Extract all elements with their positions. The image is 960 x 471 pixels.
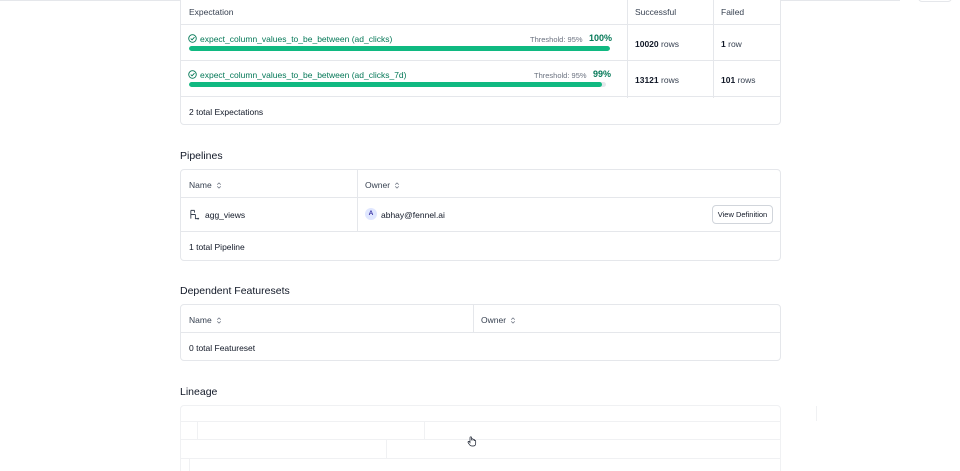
successful-count-value: 10020 xyxy=(635,39,659,49)
threshold-label: Threshold: 95% xyxy=(530,35,583,44)
pipeline-icon xyxy=(190,209,200,220)
featuresets-total: 0 total Featureset xyxy=(189,343,256,353)
successful-count: 13121 rows xyxy=(635,75,679,85)
expectation-name[interactable]: expect_column_values_to_be_between (ad_c… xyxy=(200,70,407,80)
lineage-grid-line xyxy=(181,458,780,459)
header-owner-sortable[interactable]: Owner xyxy=(481,315,516,325)
header-name-sortable[interactable]: Name xyxy=(189,180,222,190)
pipelines-table: Name Owner agg_views A abhay@fennel.ai V… xyxy=(180,169,781,261)
pipeline-name[interactable]: agg_views xyxy=(205,210,245,220)
failed-count: 101 rows xyxy=(721,75,756,85)
successful-count-unit: rows xyxy=(661,39,679,49)
dependent-featuresets-title: Dependent Featuresets xyxy=(180,285,290,297)
expectations-header: Expectation Successful Failed xyxy=(181,0,780,25)
success-percent: 100% xyxy=(589,33,613,43)
column-divider xyxy=(473,305,474,333)
success-progress-fill xyxy=(189,82,602,87)
failed-count: 1 row xyxy=(721,39,742,49)
featuresets-header: Name Owner xyxy=(181,305,780,333)
header-owner-sortable[interactable]: Owner xyxy=(365,180,400,190)
expectation-row[interactable]: expect_column_values_to_be_between (ad_c… xyxy=(181,61,780,97)
failed-count-value: 1 xyxy=(721,39,726,49)
sort-icon[interactable] xyxy=(216,182,222,189)
expectations-table: Expectation Successful Failed expect_col… xyxy=(180,0,781,125)
header-name-sortable[interactable]: Name xyxy=(189,315,222,325)
successful-count: 10020 rows xyxy=(635,39,679,49)
sort-icon[interactable] xyxy=(510,317,516,324)
pipeline-owner: abhay@fennel.ai xyxy=(381,210,445,220)
success-progress-bar xyxy=(189,82,606,87)
header-name: Name xyxy=(189,180,212,190)
lineage-grid-line xyxy=(816,406,817,421)
success-progress-fill xyxy=(189,46,610,51)
pipeline-row[interactable]: agg_views A abhay@fennel.ai View Definit… xyxy=(181,198,780,232)
expectation-name[interactable]: expect_column_values_to_be_between (ad_c… xyxy=(200,34,392,44)
header-name: Name xyxy=(189,315,212,325)
dependent-featuresets-table: Name Owner 0 total Featureset xyxy=(180,304,781,361)
header-expectation: Expectation xyxy=(189,7,234,17)
expectation-row[interactable]: expect_column_values_to_be_between (ad_c… xyxy=(181,25,780,61)
lineage-graph[interactable] xyxy=(180,405,817,471)
success-progress-bar xyxy=(189,46,610,51)
successful-count-unit: rows xyxy=(661,75,679,85)
header-successful: Successful xyxy=(635,7,677,17)
header-owner: Owner xyxy=(481,315,507,325)
threshold-label: Threshold: 95% xyxy=(534,71,587,80)
success-percent: 99% xyxy=(593,69,612,79)
avatar: A xyxy=(365,208,377,220)
failed-count-unit: rows xyxy=(737,75,756,85)
successful-count-value: 13121 xyxy=(635,75,659,85)
sort-icon[interactable] xyxy=(216,317,222,324)
lineage-grid-line xyxy=(181,421,780,422)
sort-icon[interactable] xyxy=(394,182,400,189)
pipelines-title: Pipelines xyxy=(180,150,223,162)
pipelines-header: Name Owner xyxy=(181,170,780,198)
top-right-button[interactable] xyxy=(918,0,952,2)
header-failed: Failed xyxy=(721,7,745,17)
lineage-title: Lineage xyxy=(180,386,218,398)
check-circle-icon xyxy=(188,34,197,43)
lineage-grid-line xyxy=(181,439,780,440)
lineage-grid-line xyxy=(189,458,190,471)
lineage-grid-line xyxy=(386,439,387,459)
pipelines-total: 1 total Pipeline xyxy=(189,242,245,252)
expectations-total: 2 total Expectations xyxy=(189,107,264,117)
lineage-grid-line xyxy=(424,421,425,440)
view-definition-button[interactable]: View Definition xyxy=(712,205,773,224)
lineage-grid-line xyxy=(197,421,198,440)
failed-count-value: 101 xyxy=(721,75,736,85)
hand-cursor-icon xyxy=(467,436,477,447)
failed-count-unit: row xyxy=(728,39,742,49)
check-circle-icon xyxy=(188,70,197,79)
header-owner: Owner xyxy=(365,180,391,190)
